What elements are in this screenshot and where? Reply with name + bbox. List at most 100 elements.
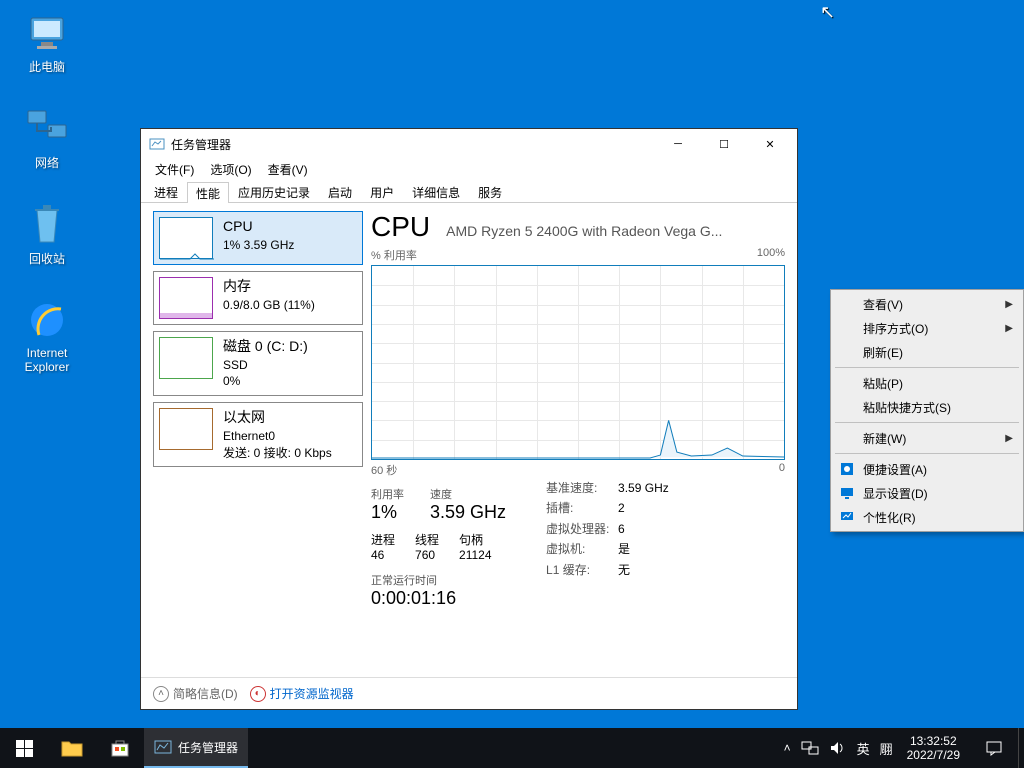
ime-indicator[interactable]: 英 [857,739,870,758]
tab-users[interactable]: 用户 [361,181,403,202]
task-manager-window: 任务管理器 ─ ☐ ✕ 文件(F) 选项(O) 查看(V) 进程 性能 应用历史… [140,128,798,710]
submenu-arrow-icon: ▶ [1005,433,1013,444]
fewer-details-button[interactable]: ˄ 简略信息(D) [153,685,238,702]
desktop-icon-ie[interactable]: Internet Explorer [10,296,84,374]
maximize-button[interactable]: ☐ [701,129,747,159]
tab-performance[interactable]: 性能 [187,182,229,203]
mouse-cursor: ↖ [820,2,835,23]
perfcard-value: Ethernet0 [223,428,332,445]
perfcard-cpu[interactable]: CPU 1% 3.59 GHz [153,211,363,265]
minimize-button[interactable]: ─ [655,129,701,159]
taskbar-clock[interactable]: 13:32:52 2022/7/29 [897,734,970,763]
ctx-personalize[interactable]: 个性化(R) [833,505,1021,529]
uptime-value: 0:00:01:16 [371,588,506,609]
ctx-sort[interactable]: 排序方式(O)▶ [833,316,1021,340]
perfcard-name: 磁盘 0 (C: D:) [223,337,308,357]
ctx-paste[interactable]: 粘贴(P) [833,371,1021,395]
uptime-label: 正常运行时间 [371,572,506,588]
mini-chart-ethernet [159,408,213,450]
desktop-icon-network[interactable]: 网络 [10,104,84,171]
ctx-new[interactable]: 新建(W)▶ [833,426,1021,450]
detail-title: CPU [371,211,430,243]
stat-value: 1% [371,502,404,523]
perfcard-disk[interactable]: 磁盘 0 (C: D:) SSD 0% [153,331,363,396]
stat-label: 利用率 [371,486,404,502]
open-resmon-link[interactable]: ◐ 打开资源监视器 [250,685,354,702]
stat-label: 进程 [371,531,395,548]
show-desktop-button[interactable] [1018,728,1024,768]
clock-time: 13:32:52 [907,734,960,748]
ctx-quick-settings[interactable]: 便捷设置(A) [833,457,1021,481]
personalize-icon [839,509,855,525]
tab-processes[interactable]: 进程 [145,181,187,202]
clock-date: 2022/7/29 [907,748,960,762]
system-tray: ˄ 英 翢 [780,739,897,758]
tab-details[interactable]: 详细信息 [403,181,469,202]
ctx-view[interactable]: 查看(V)▶ [833,292,1021,316]
cpu-properties: 基准速度:3.59 GHz 插槽:2 虚拟处理器:6 虚拟机:是 L1 缓存:无 [546,478,669,609]
x-axis-left: 60 秒 [371,462,397,478]
volume-tray-icon[interactable] [829,740,847,756]
taskbar-explorer[interactable] [48,728,96,768]
y-axis-label: % 利用率 [371,247,417,263]
close-button[interactable]: ✕ [747,129,793,159]
app-icon [149,136,165,152]
perfcard-name: 内存 [223,277,315,297]
network-tray-icon[interactable] [801,740,819,756]
stat-label: 线程 [415,531,439,548]
menu-view[interactable]: 查看(V) [260,159,316,181]
taskbar-running-taskmgr[interactable]: 任务管理器 [144,728,248,768]
stat-value: 46 [371,548,395,562]
ctx-paste-shortcut[interactable]: 粘贴快捷方式(S) [833,395,1021,419]
ctx-display-settings[interactable]: 显示设置(D) [833,481,1021,505]
stat-value: 21124 [459,548,491,562]
perf-detail: CPU AMD Ryzen 5 2400G with Radeon Vega G… [371,211,785,673]
perfcard-memory[interactable]: 内存 0.9/8.0 GB (11%) [153,271,363,325]
computer-icon [23,8,71,56]
titlebar[interactable]: 任务管理器 ─ ☐ ✕ [141,129,797,159]
submenu-arrow-icon: ▶ [1005,323,1013,334]
action-center-button[interactable] [970,728,1018,768]
ctx-refresh[interactable]: 刷新(E) [833,340,1021,364]
cpu-chart[interactable] [371,265,785,460]
stat-value: 3.59 GHz [430,502,506,523]
start-button[interactable] [0,728,48,768]
perfcard-ethernet[interactable]: 以太网 Ethernet0 发送: 0 接收: 0 Kbps [153,402,363,467]
tab-app-history[interactable]: 应用历史记录 [229,181,319,202]
perfcard-value: 0% [223,373,308,390]
menu-file[interactable]: 文件(F) [147,159,202,181]
desktop-icon-label: 回收站 [10,250,84,267]
mini-chart-memory [159,277,213,319]
network-icon [23,104,71,152]
desktop-icon-this-pc[interactable]: 此电脑 [10,8,84,75]
settings-icon [839,461,855,477]
app-icon [154,738,172,756]
tab-startup[interactable]: 启动 [319,181,361,202]
desktop-icon-label: 此电脑 [10,58,84,75]
stat-value: 760 [415,548,439,562]
menu-options[interactable]: 选项(O) [202,159,259,181]
separator [835,367,1019,368]
ime-mode-indicator[interactable]: 翢 [880,739,893,758]
mini-chart-disk [159,337,213,379]
perfcard-name: CPU [223,217,294,237]
chevron-up-icon: ˄ [153,686,169,702]
mini-chart-cpu [159,217,213,259]
window-title: 任务管理器 [171,136,655,153]
submenu-arrow-icon: ▶ [1005,299,1013,310]
recycle-bin-icon [23,200,71,248]
x-axis-right: 0 [779,462,785,478]
perfcard-value: 发送: 0 接收: 0 Kbps [223,445,332,462]
taskbar-store[interactable] [96,728,144,768]
menubar: 文件(F) 选项(O) 查看(V) [141,159,797,181]
perfcard-name: 以太网 [223,408,332,428]
tray-chevron-icon[interactable]: ˄ [784,741,791,755]
perf-sidebar: CPU 1% 3.59 GHz 内存 0.9/8.0 GB (11%) 磁盘 0… [153,211,363,673]
separator [835,422,1019,423]
display-icon [839,485,855,501]
tab-services[interactable]: 服务 [469,181,511,202]
bottombar: ˄ 简略信息(D) ◐ 打开资源监视器 [141,677,797,709]
ie-icon [23,296,71,344]
resmon-icon: ◐ [250,686,266,702]
desktop-icon-recycle-bin[interactable]: 回收站 [10,200,84,267]
